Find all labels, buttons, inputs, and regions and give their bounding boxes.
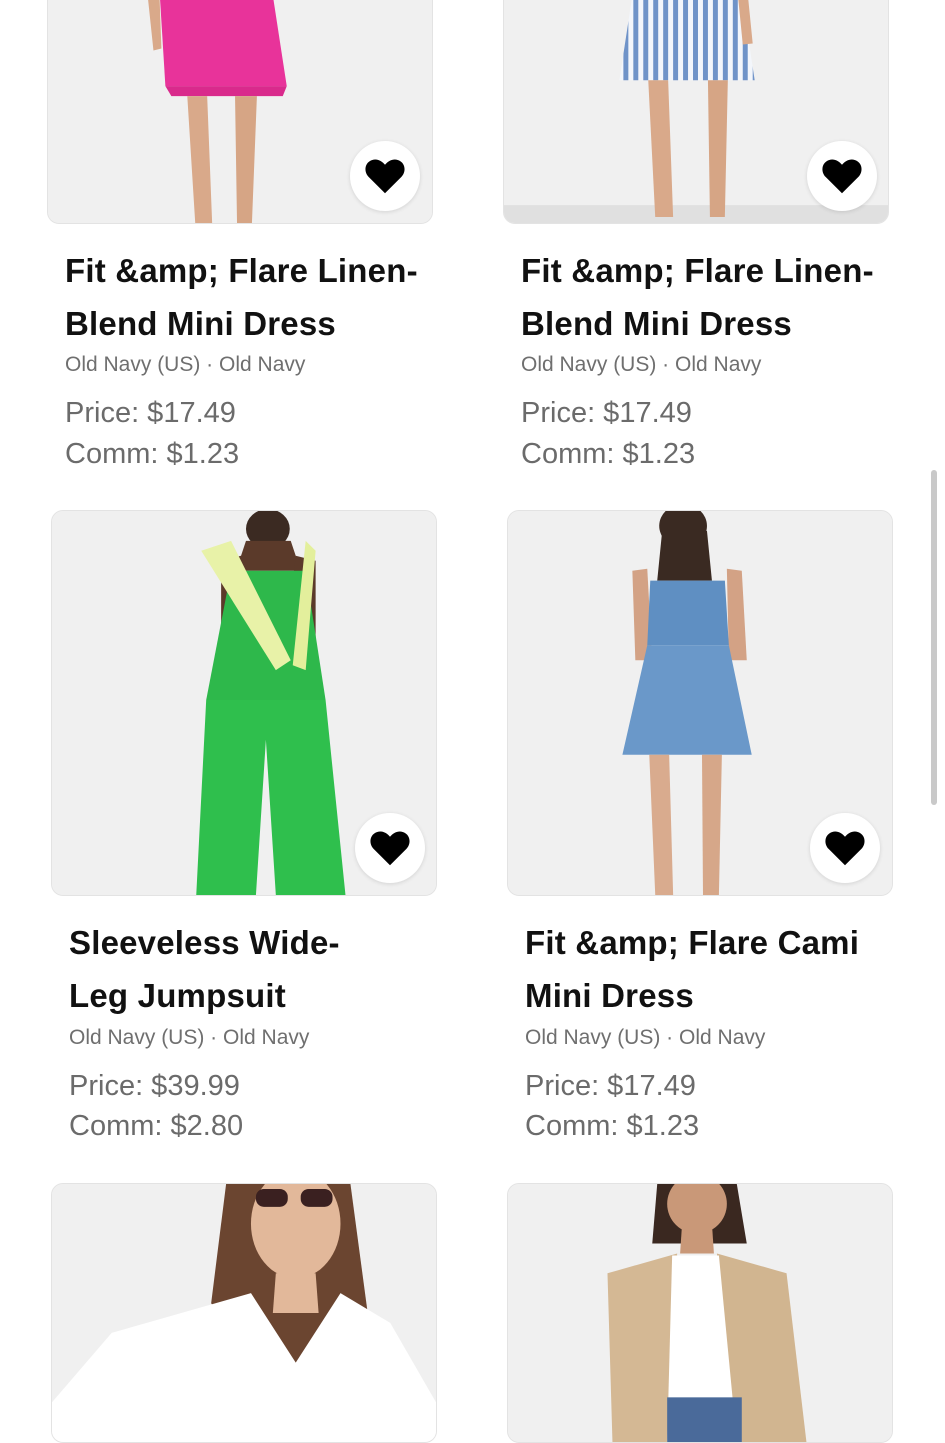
product-card[interactable]: Fit &amp; Flare Linen- Blend Mini Dress …	[47, 0, 437, 480]
product-title[interactable]: Sleeveless Wide- Leg Jumpsuit	[69, 916, 439, 1022]
product-price: Price: $17.49	[521, 397, 692, 429]
product-card[interactable]: Sleeveless Wide- Leg Jumpsuit Old Navy (…	[51, 510, 441, 1150]
product-title-line: Mini Dress	[525, 977, 694, 1014]
product-title-line: Fit &amp; Flare Linen-	[65, 252, 418, 289]
product-image[interactable]	[51, 1183, 437, 1443]
product-title[interactable]: Fit &amp; Flare Cami Mini Dress	[525, 916, 895, 1022]
product-title-line: Fit &amp; Flare Linen-	[521, 252, 874, 289]
product-image[interactable]	[507, 1183, 893, 1443]
cardigan-photo	[508, 1184, 892, 1442]
product-image[interactable]	[507, 510, 893, 896]
favorite-button[interactable]	[810, 813, 880, 883]
product-card[interactable]	[507, 1183, 897, 1443]
favorite-button[interactable]	[807, 141, 877, 211]
merchant-name: Old Navy (US) · Old Navy	[65, 353, 306, 376]
white-tee-photo	[52, 1184, 436, 1442]
product-image[interactable]	[47, 0, 433, 224]
product-card[interactable]: Fit &amp; Flare Linen- Blend Mini Dress …	[503, 0, 893, 480]
product-image[interactable]	[503, 0, 889, 224]
product-title-line: Leg Jumpsuit	[69, 977, 286, 1014]
heart-icon	[370, 831, 410, 866]
product-card[interactable]	[51, 1183, 441, 1443]
product-commission: Comm: $2.80	[69, 1110, 244, 1142]
favorite-button[interactable]	[350, 141, 420, 211]
product-price: Price: $17.49	[525, 1070, 696, 1102]
merchant-name: Old Navy (US) · Old Navy	[69, 1026, 310, 1049]
product-title-line: Fit &amp; Flare Cami	[525, 924, 860, 961]
product-title-line: Blend Mini Dress	[65, 305, 336, 342]
product-card[interactable]: Fit &amp; Flare Cami Mini Dress Old Navy…	[507, 510, 897, 1150]
heart-icon	[822, 159, 862, 194]
product-commission: Comm: $1.23	[65, 438, 240, 470]
scrollbar[interactable]	[931, 470, 937, 805]
product-price: Price: $39.99	[69, 1070, 240, 1102]
heart-icon	[365, 159, 405, 194]
merchant-name: Old Navy (US) · Old Navy	[521, 353, 762, 376]
product-title-line: Blend Mini Dress	[521, 305, 792, 342]
merchant-name: Old Navy (US) · Old Navy	[525, 1026, 766, 1049]
product-title[interactable]: Fit &amp; Flare Linen- Blend Mini Dress	[521, 244, 891, 350]
favorite-button[interactable]	[355, 813, 425, 883]
product-title[interactable]: Fit &amp; Flare Linen- Blend Mini Dress	[65, 244, 435, 350]
product-image[interactable]	[51, 510, 437, 896]
product-commission: Comm: $1.23	[521, 438, 696, 470]
product-price: Price: $17.49	[65, 397, 236, 429]
product-commission: Comm: $1.23	[525, 1110, 700, 1142]
heart-icon	[825, 831, 865, 866]
product-title-line: Sleeveless Wide-	[69, 924, 340, 961]
